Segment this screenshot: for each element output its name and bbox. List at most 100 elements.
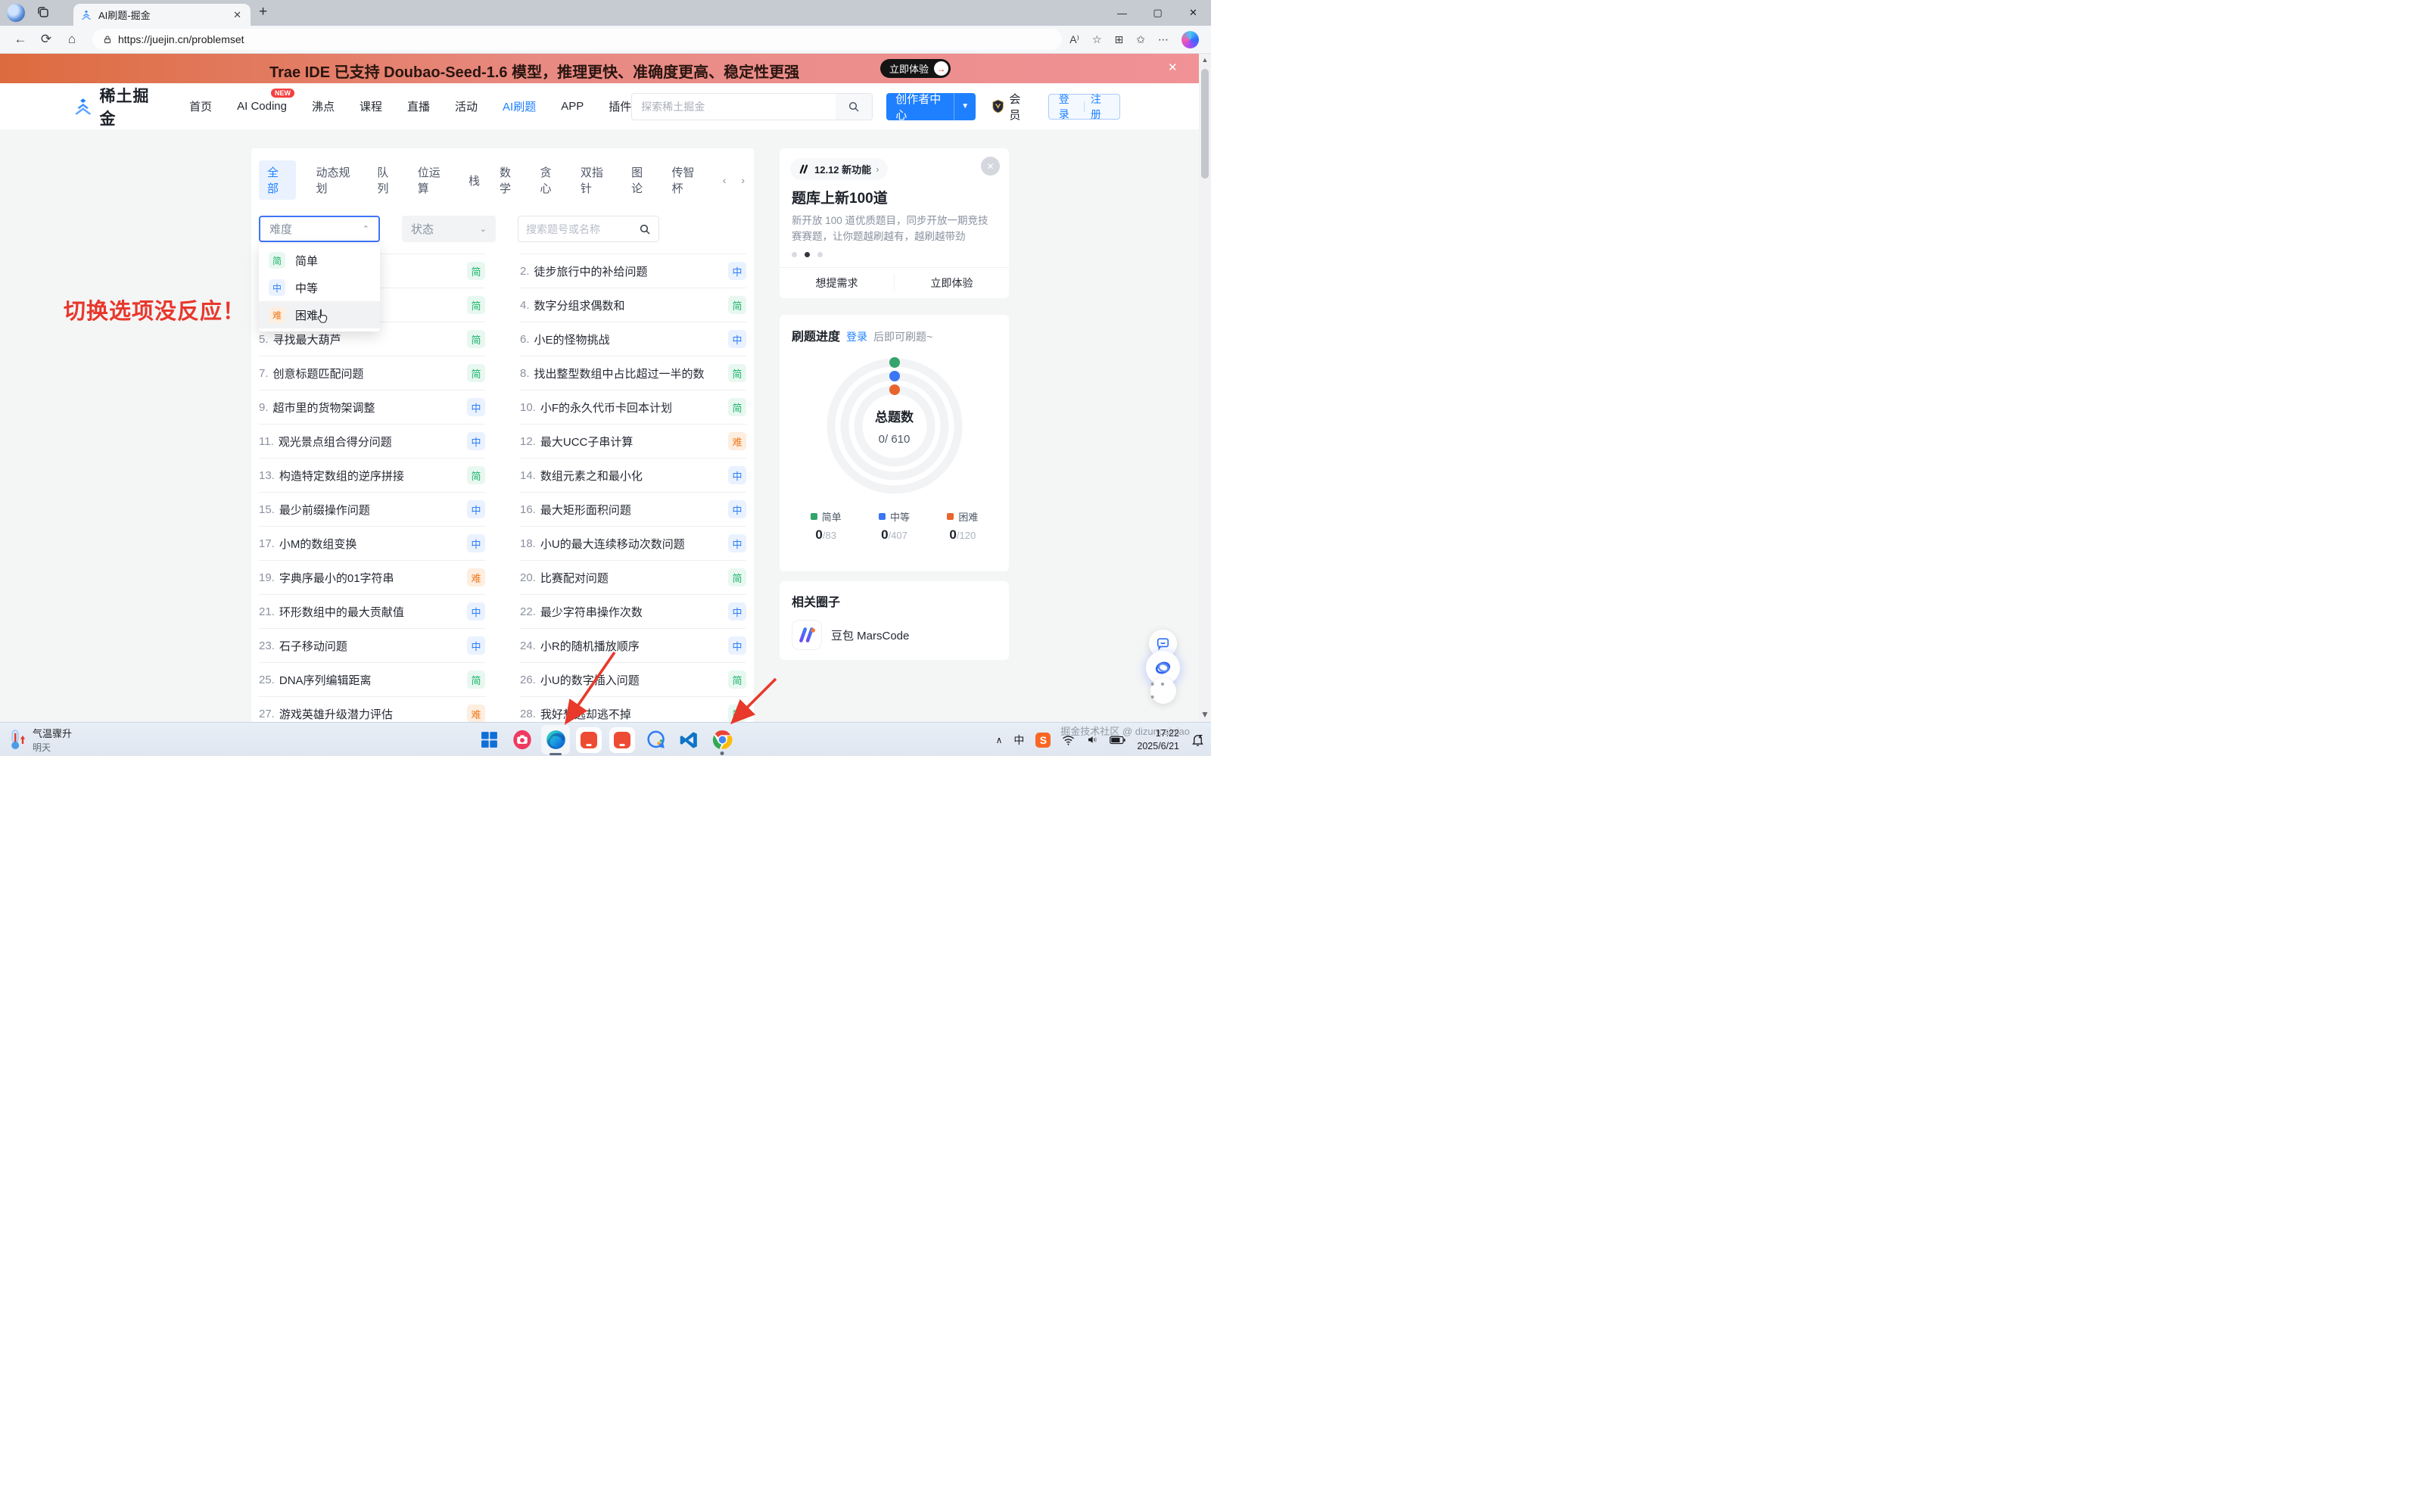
red-app-1-button[interactable] bbox=[572, 723, 606, 756]
carousel-dot-active[interactable] bbox=[805, 252, 810, 257]
option-medium[interactable]: 中 中等 bbox=[259, 274, 380, 301]
tab-all[interactable]: 全部 bbox=[259, 160, 296, 200]
chrome-button[interactable] bbox=[705, 723, 739, 756]
problem-row[interactable]: 7.创意标题匹配问题简 bbox=[259, 356, 485, 390]
tabs-prev-icon[interactable]: ‹ bbox=[723, 174, 727, 186]
problem-row[interactable]: 17.小M的数组变换中 bbox=[259, 527, 485, 561]
login-link[interactable]: 登录 bbox=[846, 329, 867, 344]
nav-live[interactable]: 直播 bbox=[407, 98, 430, 114]
browser-menu-icon[interactable]: ⋯ bbox=[1158, 33, 1169, 46]
tab-greedy[interactable]: 贪心 bbox=[540, 164, 560, 196]
problem-row[interactable]: 23.石子移动问题中 bbox=[259, 629, 485, 663]
problem-row[interactable]: 21.环形数组中的最大贡献值中 bbox=[259, 595, 485, 629]
problem-row[interactable]: 14.数组元素之和最小化中 bbox=[520, 459, 746, 493]
option-easy[interactable]: 简 简单 bbox=[259, 247, 380, 274]
problem-row[interactable]: 15.最少前缀操作问题中 bbox=[259, 493, 485, 527]
problem-row[interactable]: 19.字典序最小的01字符串难 bbox=[259, 561, 485, 595]
collections-icon[interactable]: ⊞ bbox=[1115, 33, 1124, 46]
banner-close-icon[interactable]: ✕ bbox=[1168, 61, 1178, 74]
nav-ai-problems[interactable]: AI刷题 bbox=[503, 98, 536, 114]
creator-center-button[interactable]: 创作者中心 ▼ bbox=[886, 93, 976, 120]
login-register-button[interactable]: 登录 注册 bbox=[1048, 94, 1120, 120]
carousel-dot[interactable] bbox=[817, 252, 823, 257]
problem-search-input[interactable] bbox=[526, 223, 639, 235]
problem-row[interactable]: 26.小U的数字插入问题简 bbox=[520, 663, 746, 697]
problem-row[interactable]: 20.比赛配对问题简 bbox=[520, 561, 746, 595]
problem-search[interactable] bbox=[518, 216, 659, 242]
nav-app[interactable]: APP bbox=[561, 100, 584, 113]
favorite-icon[interactable]: ☆ bbox=[1092, 33, 1102, 46]
promo-badge[interactable]: 12.12 新功能 › bbox=[790, 158, 888, 180]
nav-pins[interactable]: 沸点 bbox=[312, 98, 335, 114]
status-select[interactable]: 状态 ⌄ bbox=[402, 216, 496, 242]
taskbar-clock[interactable]: 17:22 2025/6/21 bbox=[1137, 727, 1179, 753]
sogou-icon[interactable]: S bbox=[1035, 733, 1051, 748]
nav-plugins[interactable]: 插件 bbox=[609, 98, 631, 114]
wifi-icon[interactable] bbox=[1062, 735, 1075, 745]
scroll-up-icon[interactable]: ▲ bbox=[1199, 56, 1211, 64]
try-now-button[interactable]: 立即体验 bbox=[895, 275, 1009, 291]
home-icon[interactable]: ⌂ bbox=[59, 32, 85, 47]
nav-events[interactable]: 活动 bbox=[455, 98, 478, 114]
problem-row[interactable]: 10.小F的永久代币卡回本计划简 bbox=[520, 390, 746, 425]
problem-row[interactable]: 22.最少字符串操作次数中 bbox=[520, 595, 746, 629]
register-label[interactable]: 注册 bbox=[1091, 92, 1110, 122]
tab-two-pointer[interactable]: 双指针 bbox=[581, 164, 612, 196]
problem-row[interactable]: 24.小R的随机播放顺序中 bbox=[520, 629, 746, 663]
option-hard[interactable]: 难 困难 bbox=[259, 301, 380, 328]
problem-row[interactable]: 25.DNA序列编辑距离简 bbox=[259, 663, 485, 697]
problem-row[interactable]: 18.小U的最大连续移动次数问题中 bbox=[520, 527, 746, 561]
notification-bell-icon[interactable] bbox=[1191, 733, 1205, 747]
vscode-button[interactable] bbox=[672, 723, 705, 756]
favorites-bar-icon[interactable]: ✩ bbox=[1136, 33, 1145, 46]
nav-ai-coding[interactable]: AI Coding NEW bbox=[237, 100, 287, 113]
problem-row[interactable]: 6.小E的怪物挑战中 bbox=[520, 322, 746, 356]
chevron-down-icon[interactable]: ▼ bbox=[954, 102, 976, 110]
header-search-input[interactable] bbox=[632, 101, 836, 113]
header-search[interactable] bbox=[631, 93, 873, 120]
tab-math[interactable]: 数学 bbox=[500, 164, 520, 196]
tab-graph[interactable]: 图论 bbox=[631, 164, 652, 196]
volume-icon[interactable] bbox=[1086, 734, 1098, 745]
problem-row[interactable]: 4.数字分组求偶数和简 bbox=[520, 288, 746, 322]
workspaces-icon[interactable] bbox=[36, 5, 50, 23]
nav-courses[interactable]: 课程 bbox=[360, 98, 382, 114]
tab-bit[interactable]: 位运算 bbox=[418, 164, 449, 196]
tab-chuanzhi[interactable]: 传智杯 bbox=[672, 164, 703, 196]
circle-item[interactable]: 豆包 MarsCode bbox=[792, 620, 997, 650]
address-bar[interactable]: https://juejin.cn/problemset bbox=[92, 29, 1062, 50]
carousel-dot[interactable] bbox=[792, 252, 797, 257]
battery-icon[interactable] bbox=[1110, 736, 1125, 745]
problem-row[interactable]: 9.超市里的货物架调整中 bbox=[259, 390, 485, 425]
problem-row[interactable]: 16.最大矩形面积问题中 bbox=[520, 493, 746, 527]
ime-indicator[interactable]: 中 bbox=[1013, 733, 1024, 748]
new-tab-button[interactable]: + bbox=[259, 4, 267, 20]
refresh-icon[interactable]: ⟳ bbox=[33, 32, 59, 47]
search-icon[interactable] bbox=[836, 94, 872, 120]
vip-link[interactable]: 会员 bbox=[991, 91, 1030, 123]
screenshot-app-button[interactable] bbox=[506, 723, 539, 756]
browser-tab[interactable]: AI刷题-掘金 ✕ bbox=[73, 4, 251, 26]
tab-queue[interactable]: 队列 bbox=[377, 164, 397, 196]
problem-row[interactable]: 13.构造特定数组的逆序拼接简 bbox=[259, 459, 485, 493]
juejin-logo[interactable]: 稀土掘金 bbox=[73, 84, 160, 129]
problem-row[interactable]: 12.最大UCC子串计算难 bbox=[520, 425, 746, 459]
red-app-2-button[interactable] bbox=[606, 723, 639, 756]
maximize-button[interactable]: ▢ bbox=[1140, 0, 1175, 26]
problem-row[interactable]: 11.观光景点组合得分问题中 bbox=[259, 425, 485, 459]
minimize-button[interactable]: — bbox=[1104, 0, 1140, 26]
more-widgets-button[interactable]: • • • bbox=[1150, 678, 1176, 704]
tabs-next-icon[interactable]: › bbox=[741, 174, 745, 186]
scrollbar-thumb[interactable] bbox=[1201, 69, 1209, 179]
login-label[interactable]: 登录 bbox=[1059, 92, 1078, 122]
close-button[interactable]: ✕ bbox=[1175, 0, 1211, 26]
page-scrollbar[interactable]: ▲ ▼ bbox=[1199, 54, 1211, 722]
chat-app-button[interactable] bbox=[639, 723, 672, 756]
difficulty-select[interactable]: 难度 ⌃ bbox=[259, 216, 380, 242]
problem-row[interactable]: 2.徒步旅行中的补给问题中 bbox=[520, 254, 746, 288]
problem-row[interactable]: 8.找出整型数组中占比超过一半的数简 bbox=[520, 356, 746, 390]
back-icon[interactable]: ← bbox=[8, 32, 33, 47]
feedback-button[interactable]: 想提需求 bbox=[780, 275, 894, 291]
banner-cta-button[interactable]: 立即体验 → bbox=[880, 59, 951, 78]
start-button[interactable] bbox=[472, 723, 506, 756]
